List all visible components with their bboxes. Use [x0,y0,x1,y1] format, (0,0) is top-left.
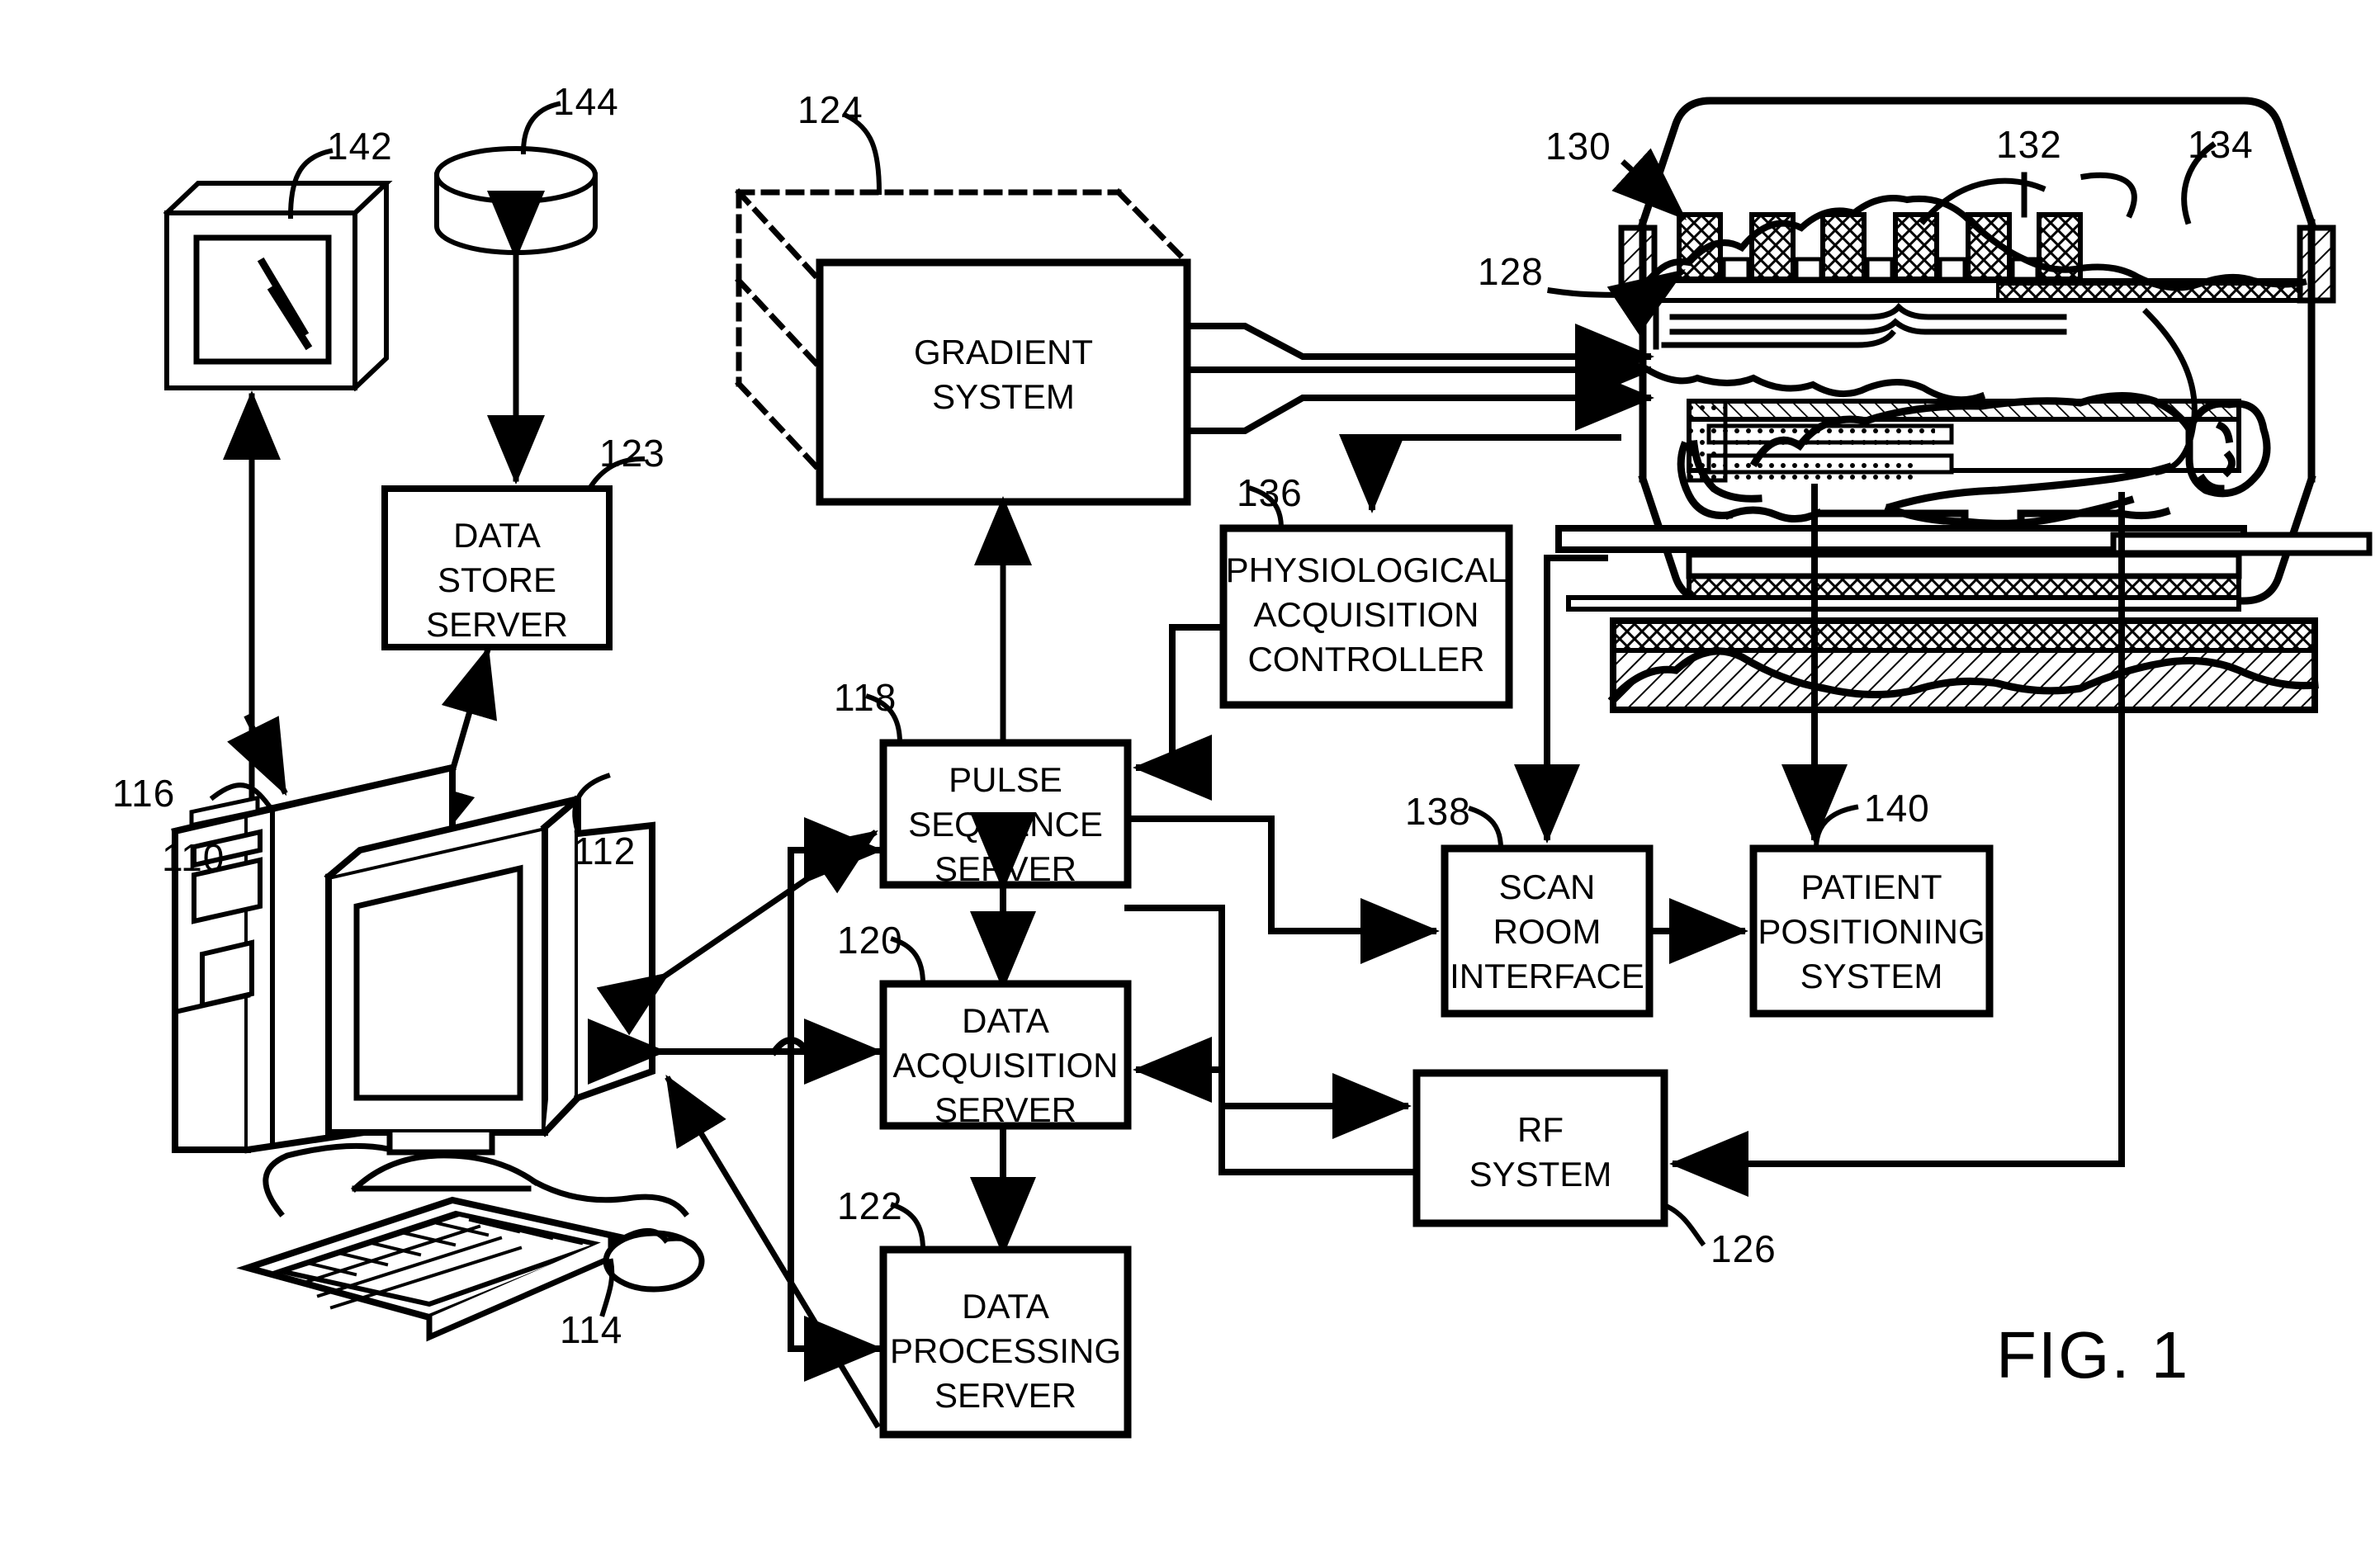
scan-room-interface-label: SCAN ROOM INTERFACE [1450,867,1644,995]
ref-112: 112 [573,830,636,872]
patent-figure: GRADIENT SYSTEM DATA STORE SERVER PULSE … [0,0,2380,1560]
ref-128: 128 [1478,250,1544,293]
ref-134: 134 [2188,123,2254,166]
pulse-sequence-server-label: PULSE SEQUENCE SERVER [908,760,1103,888]
data-processing-server-label: DATA PROCESSING SERVER [889,1287,1122,1415]
ref-122: 122 [837,1184,903,1227]
ref-136: 136 [1237,471,1303,514]
ref-142: 142 [327,125,393,168]
gradient-system-label: GRADIENT SYSTEM [913,333,1093,416]
figure-caption: FIG. 1 [1996,1318,2190,1392]
data-acquisition-server-label: DATA ACQUISITION SERVER [892,1001,1119,1129]
data-store-server-label: DATA STORE SERVER [426,516,568,644]
ref-126: 126 [1710,1227,1777,1270]
patient-positioning-system-label: PATIENT POSITIONING SYSTEM [1758,867,1985,995]
ref-138: 138 [1405,790,1471,833]
ref-118: 118 [834,676,897,719]
ref-132: 132 [1996,123,2062,166]
physiological-acquisition-controller-label: PHYSIOLOGICAL ACQUISITION CONTROLLER [1225,551,1507,678]
ref-140: 140 [1864,787,1930,830]
ref-120: 120 [837,919,903,962]
ref-114: 114 [560,1308,623,1351]
ref-130: 130 [1545,125,1611,168]
ref-110: 110 [162,836,225,879]
networked-display-142 [163,148,393,392]
networked-data-store-144 [434,101,598,255]
ref-144: 144 [553,80,619,123]
gradient-system-box [735,111,1191,506]
ref-124: 124 [797,88,864,131]
rf-system-label: RF SYSTEM [1469,1110,1612,1194]
ref-123: 123 [599,432,665,475]
operator-workstation [171,714,705,1342]
ref-116: 116 [112,772,176,815]
magnet-assembly-130 [1547,97,2373,713]
